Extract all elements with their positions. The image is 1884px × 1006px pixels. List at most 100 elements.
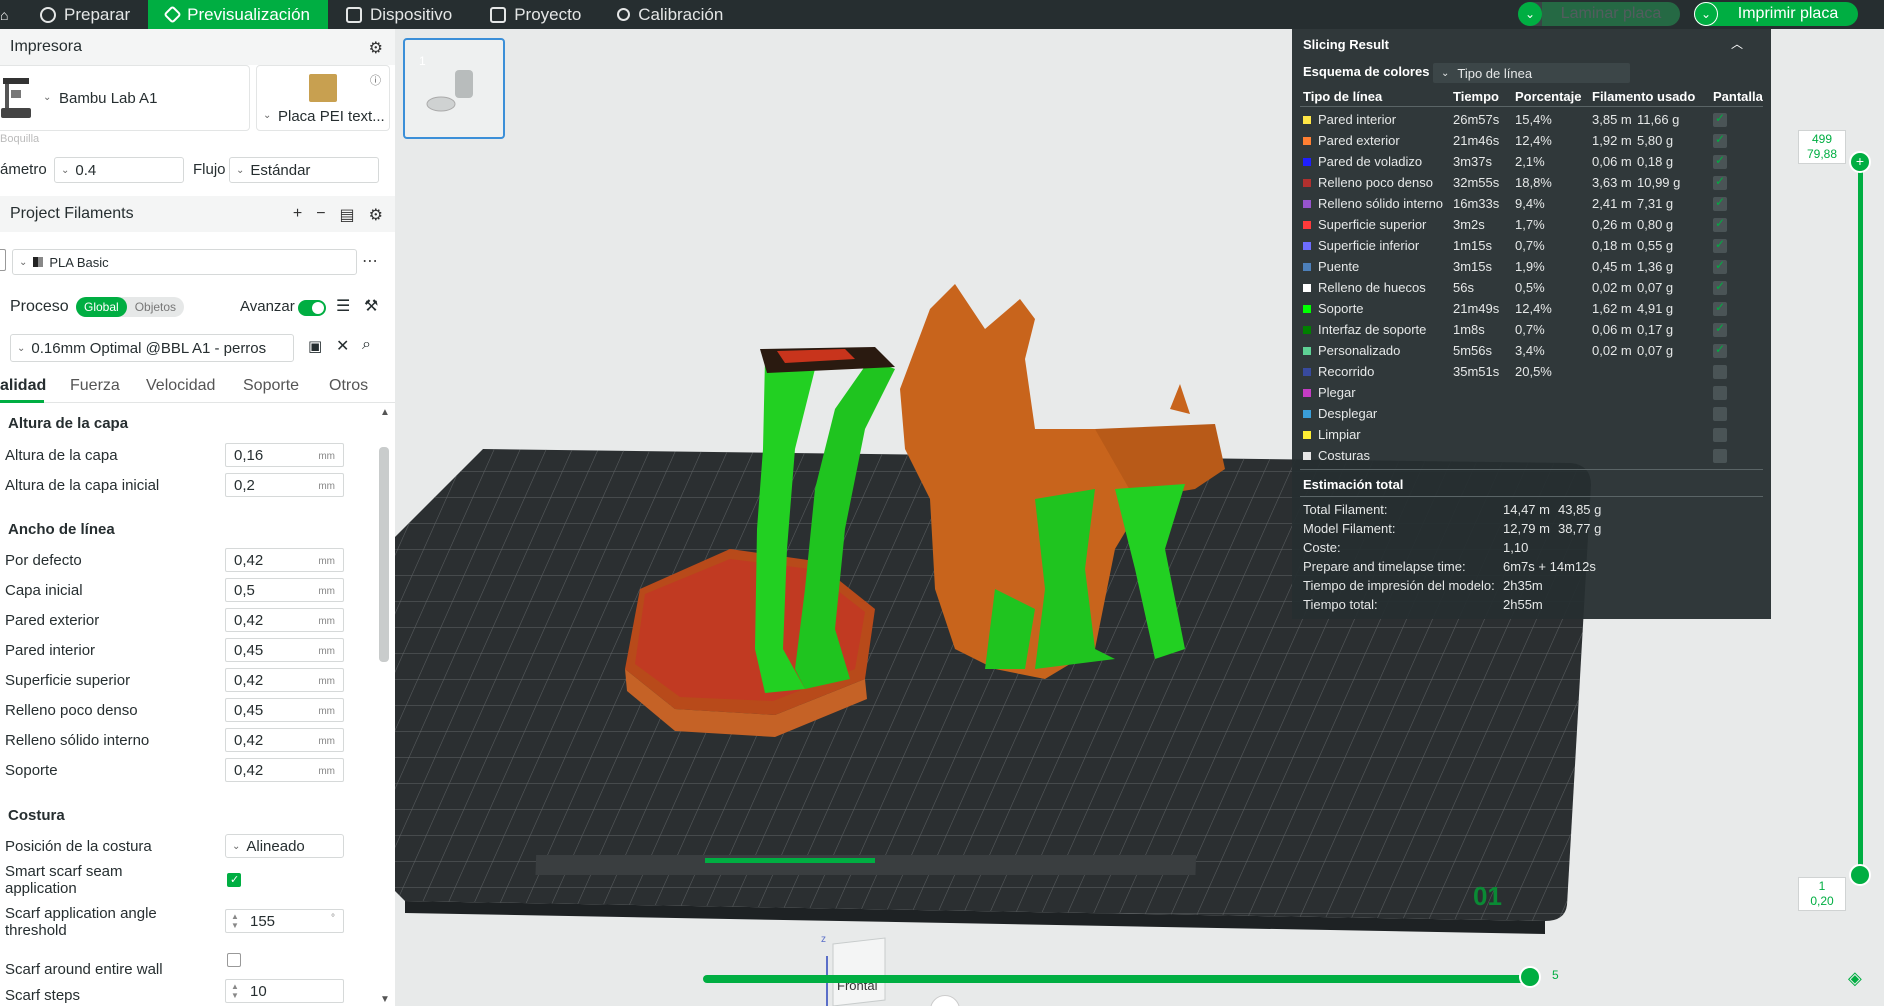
filament-sync-icon[interactable]: ▤ — [340, 205, 355, 225]
line-type-time: 3m37s — [1453, 154, 1493, 169]
line-type-visibility-checkbox[interactable] — [1713, 195, 1727, 211]
line-type-visibility-checkbox[interactable] — [1713, 300, 1727, 316]
line-type-visibility-checkbox[interactable] — [1713, 258, 1727, 274]
tab-device[interactable]: Dispositivo — [328, 0, 470, 29]
line-type-visibility-checkbox[interactable] — [1713, 449, 1727, 463]
scarf-around-wall-checkbox[interactable] — [227, 953, 241, 967]
line-width-inner-wall-input[interactable]: 0,45 mm — [225, 638, 344, 662]
search-icon[interactable]: ⌕ — [362, 336, 371, 354]
line-width-outer-wall-input[interactable]: 0,42 mm — [225, 608, 344, 632]
color-scheme-value: Tipo de línea — [1457, 65, 1533, 81]
save-icon[interactable]: ▣ — [308, 337, 322, 355]
line-type-name: Pared de voladizo — [1318, 154, 1423, 169]
flow-select[interactable]: ⌄ Estándar — [229, 157, 379, 183]
stepper-arrows-icon[interactable]: ▲ ▼ — [231, 982, 239, 1000]
advanced-toggle[interactable] — [298, 300, 326, 316]
estimate-label: Coste: — [1303, 540, 1341, 555]
tab-project[interactable]: Proyecto — [470, 0, 599, 29]
line-type-weight: 0,07 g — [1637, 343, 1674, 358]
more-options-icon[interactable]: ⋯ — [362, 251, 378, 271]
scarf-steps-input[interactable]: ▲ ▼ 10 — [225, 979, 344, 1003]
close-icon[interactable]: ✕ — [336, 336, 349, 356]
printer-selector[interactable]: ⌄ Bambu Lab A1 — [0, 65, 250, 131]
filament-color-swatch[interactable] — [0, 249, 6, 271]
tab-strength[interactable]: Fuerza — [70, 377, 120, 395]
collapse-icon[interactable]: ︿ — [1731, 35, 1743, 52]
printer-settings-icon[interactable]: ⚙ — [369, 38, 383, 58]
line-type-visibility-checkbox[interactable] — [1713, 407, 1727, 421]
nozzle-diameter-select[interactable]: ⌄ 0.4 — [54, 157, 184, 183]
process-profile-select[interactable]: ⌄ 0.16mm Optimal @BBL A1 - perros — [10, 334, 294, 362]
line-type-color-swatch — [1303, 158, 1311, 166]
move-slider-handle[interactable] — [1519, 966, 1541, 988]
filament-settings-icon[interactable]: ⚙ — [369, 205, 383, 225]
plate-thumbnail[interactable]: 1 — [403, 38, 505, 139]
line-width-top-surface-input[interactable]: 0,42 mm — [225, 668, 344, 692]
tab-others[interactable]: Otros — [329, 377, 368, 395]
view-cube[interactable]: z x Frontal — [815, 934, 895, 1006]
line-width-support-input[interactable]: 0,42 mm — [225, 758, 344, 782]
plate-type-selector[interactable]: ⓘ ⌄ Placa PEI text... — [256, 65, 390, 131]
line-type-visibility-checkbox[interactable] — [1713, 279, 1727, 295]
line-width-solid-infill-input[interactable]: 0,42 mm — [225, 728, 344, 752]
color-scheme-select[interactable]: ⌄ Tipo de línea — [1433, 63, 1630, 83]
smart-scarf-checkbox[interactable] — [227, 873, 241, 887]
line-type-visibility-checkbox[interactable] — [1713, 111, 1727, 127]
scroll-down-icon[interactable]: ▼ — [380, 994, 390, 1005]
add-filament-icon[interactable]: + — [293, 205, 302, 225]
scarf-angle-input[interactable]: ▲ ▼ 155 ° — [225, 909, 344, 933]
tab-calibration[interactable]: Calibración — [599, 0, 741, 29]
line-type-weight: 1,36 g — [1637, 259, 1674, 274]
remove-filament-icon[interactable]: − — [316, 205, 325, 225]
slice-plate-button[interactable]: ⌄ Laminar placa — [1518, 2, 1680, 26]
info-icon[interactable]: ⓘ — [370, 72, 381, 88]
line-width-sparse-infill-value: 0,45 — [234, 701, 264, 719]
initial-layer-height-input[interactable]: 0,2 mm — [225, 473, 344, 497]
layer-height-input[interactable]: 0,16 mm — [225, 443, 344, 467]
line-type-visibility-checkbox[interactable] — [1713, 153, 1727, 169]
scope-objects[interactable]: Objetos — [127, 297, 184, 317]
line-type-visibility-checkbox[interactable] — [1713, 132, 1727, 148]
layer-range-slider[interactable] — [1858, 160, 1863, 880]
layers-icon[interactable]: ◈ — [1848, 968, 1862, 989]
line-type-visibility-checkbox[interactable] — [1713, 216, 1727, 232]
unit-mm: mm — [318, 676, 335, 687]
line-width-sparse-infill-input[interactable]: 0,45 mm — [225, 698, 344, 722]
sidebar-scrollbar[interactable] — [379, 447, 389, 662]
slice-dropdown-icon[interactable]: ⌄ — [1518, 2, 1542, 26]
process-scope-switch[interactable]: Global Objetos — [76, 297, 185, 317]
home-icon[interactable]: ⌂ — [0, 0, 8, 29]
line-type-name: Soporte — [1318, 301, 1364, 316]
tab-speed[interactable]: Velocidad — [146, 377, 215, 395]
line-type-color-swatch — [1303, 116, 1311, 124]
print-plate-button[interactable]: ⌄ Imprimir placa — [1694, 2, 1858, 26]
line-type-visibility-checkbox[interactable] — [1713, 386, 1727, 400]
list-icon[interactable]: ☰ — [336, 296, 350, 316]
tab-preview[interactable]: Previsualización — [148, 0, 328, 29]
line-type-visibility-checkbox[interactable] — [1713, 174, 1727, 190]
bottom-layer-handle[interactable] — [1849, 864, 1871, 886]
move-slider[interactable] — [703, 975, 1529, 983]
scroll-up-icon[interactable]: ▲ — [380, 407, 390, 418]
tab-quality[interactable]: alidad — [0, 377, 46, 395]
line-type-visibility-checkbox[interactable] — [1713, 428, 1727, 442]
line-type-visibility-checkbox[interactable] — [1713, 321, 1727, 337]
plate-id-text: 01 — [1473, 881, 1502, 911]
line-type-visibility-checkbox[interactable] — [1713, 237, 1727, 253]
top-layer-handle[interactable]: + — [1849, 151, 1871, 173]
tab-support[interactable]: Soporte — [243, 377, 299, 395]
stepper-arrows-icon[interactable]: ▲ ▼ — [231, 912, 239, 930]
line-type-visibility-checkbox[interactable] — [1713, 342, 1727, 358]
line-width-default-value: 0,42 — [234, 551, 264, 569]
tab-prepare[interactable]: Preparar — [8, 0, 148, 29]
line-type-visibility-checkbox[interactable] — [1713, 365, 1727, 379]
filament-select[interactable]: ⌄ PLA Basic — [12, 249, 357, 275]
seam-position-select[interactable]: ⌄ Alineado — [225, 834, 344, 858]
scope-global[interactable]: Global — [76, 297, 127, 317]
line-width-top-surface-label: Superficie superior — [5, 672, 131, 689]
line-type-color-swatch — [1303, 389, 1311, 397]
line-width-initial-input[interactable]: 0,5 mm — [225, 578, 344, 602]
line-width-default-input[interactable]: 0,42 mm — [225, 548, 344, 572]
wand-icon[interactable]: ⚒ — [364, 296, 378, 316]
print-dropdown-icon[interactable]: ⌄ — [1694, 2, 1718, 26]
